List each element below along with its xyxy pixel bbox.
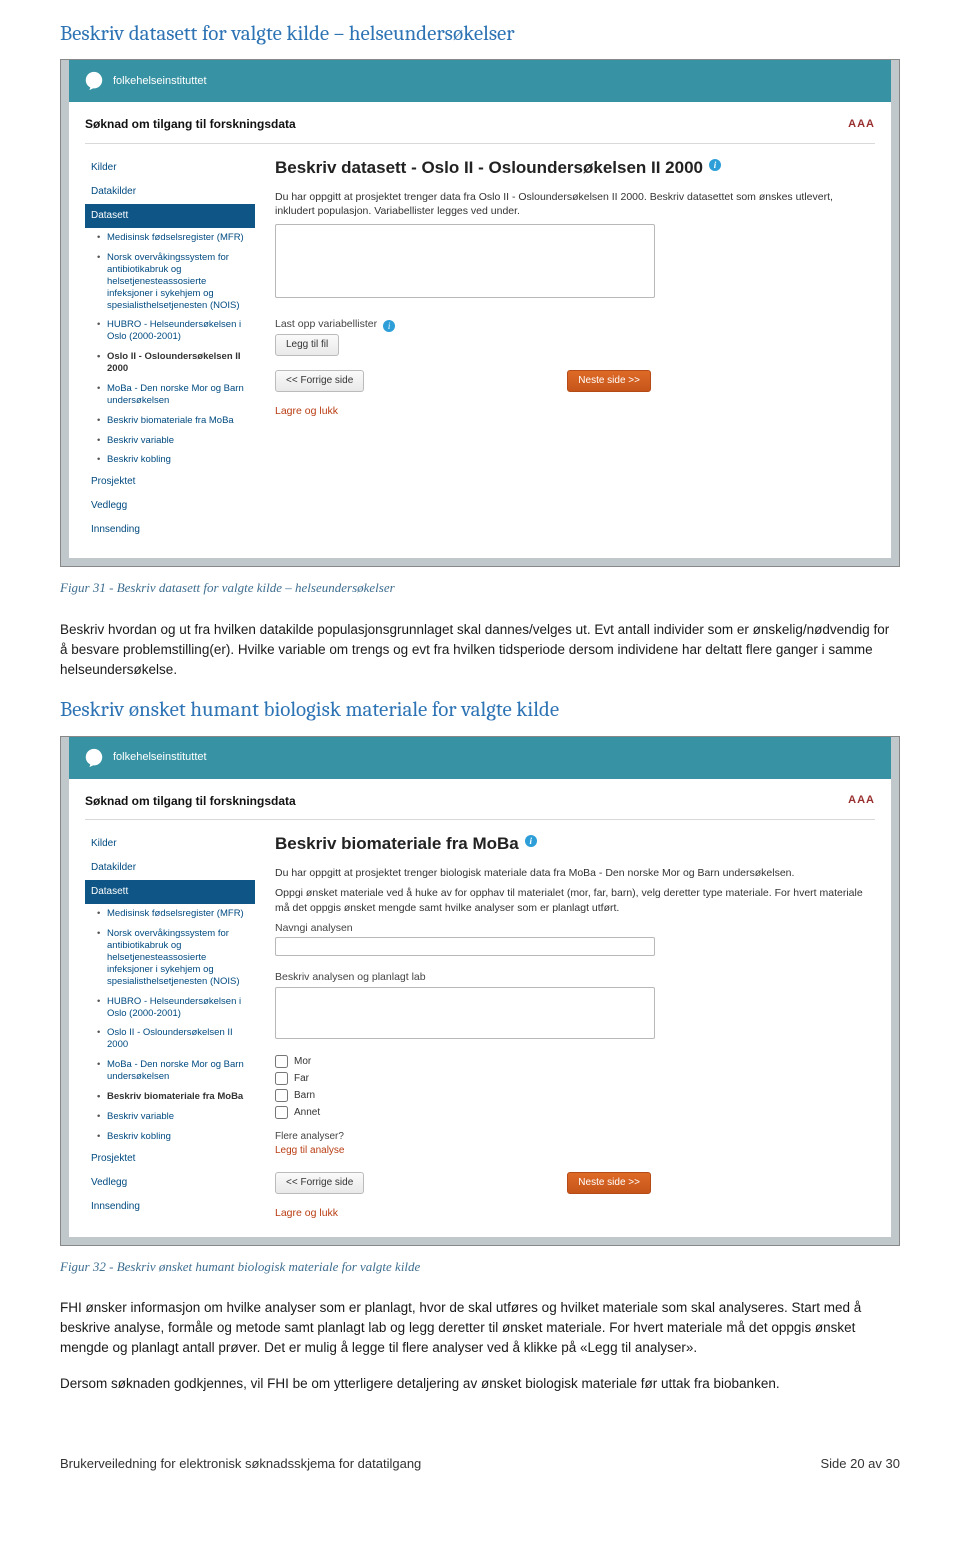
subnav-hubro[interactable]: HUBRO - Helseundersøkelsen i Oslo (2000-… (97, 992, 255, 1024)
add-file-button[interactable]: Legg til fil (275, 334, 339, 356)
nav-vedlegg[interactable]: Vedlegg (85, 494, 255, 518)
label-analysis-desc: Beskriv analysen og planlagt lab (275, 970, 875, 985)
form-intro: Du har oppgitt at prosjektet trenger dat… (275, 190, 875, 218)
subnav-moba[interactable]: MoBa - Den norske Mor og Barn undersøkel… (97, 379, 255, 411)
checkbox-annet[interactable] (275, 1106, 288, 1119)
prev-page-button[interactable]: << Forrige side (275, 1172, 364, 1194)
brand-name: folkehelseinstituttet (113, 74, 207, 89)
info-icon[interactable]: i (525, 835, 537, 847)
nav-datasett[interactable]: Datasett (85, 880, 255, 904)
subnav-kobling[interactable]: Beskriv kobling (97, 1127, 255, 1147)
form-heading: Beskriv biomateriale fra MoBa i (275, 832, 875, 856)
app-banner: folkehelseinstituttet (69, 737, 891, 779)
page-footer: Brukerveiledning for elektronisk søknads… (60, 1455, 900, 1473)
app-banner: folkehelseinstituttet (69, 60, 891, 102)
analysis-desc-textarea[interactable] (275, 987, 655, 1039)
next-page-button[interactable]: Neste side >> (567, 1172, 651, 1194)
subnav-hubro[interactable]: HUBRO - Helseundersøkelsen i Oslo (2000-… (97, 315, 255, 347)
form-intro-1: Du har oppgitt at prosjektet trenger bio… (275, 866, 875, 880)
form-heading-text: Beskriv datasett - Oslo II - Osloundersø… (275, 156, 703, 180)
analysis-name-input[interactable] (275, 937, 655, 956)
logo-icon (83, 747, 105, 769)
nav-prosjektet[interactable]: Prosjektet (85, 470, 255, 494)
nav-datakilder[interactable]: Datakilder (85, 180, 255, 204)
subnav-nois[interactable]: Norsk overvåkingssystem for antibiotikab… (97, 924, 255, 991)
subnav-mfr[interactable]: Medisinsk fødselsregister (MFR) (97, 228, 255, 248)
form-heading: Beskriv datasett - Oslo II - Osloundersø… (275, 156, 875, 180)
body-text-2: FHI ønsker informasjon om hvilke analyse… (60, 1298, 900, 1359)
body-text-3: Dersom søknaden godkjennes, vil FHI be o… (60, 1374, 900, 1394)
figure-caption-1: Figur 31 - Beskriv datasett for valgte k… (60, 579, 900, 597)
divider (85, 143, 875, 144)
more-analyses-label: Flere analyser? (275, 1130, 875, 1144)
nav-innsending[interactable]: Innsending (85, 1195, 255, 1219)
prev-page-button[interactable]: << Forrige side (275, 370, 364, 392)
sidebar: Kilder Datakilder Datasett Medisinsk fød… (85, 832, 255, 1220)
save-close-link[interactable]: Lagre og lukk (275, 1206, 875, 1221)
logo-icon (83, 70, 105, 92)
checkbox-mor-label: Mor (294, 1055, 311, 1069)
info-icon[interactable]: i (709, 159, 721, 171)
checkbox-far-label: Far (294, 1072, 309, 1086)
divider (85, 819, 875, 820)
nav-datasett[interactable]: Datasett (85, 204, 255, 228)
footer-left: Brukerveiledning for elektronisk søknads… (60, 1455, 421, 1473)
nav-datakilder[interactable]: Datakilder (85, 856, 255, 880)
page-header: Søknad om tilgang til forskningsdata (85, 116, 296, 133)
figure-caption-2: Figur 32 - Beskriv ønsket humant biologi… (60, 1258, 900, 1276)
next-page-button[interactable]: Neste side >> (567, 370, 651, 392)
subnav-nois[interactable]: Norsk overvåkingssystem for antibiotikab… (97, 248, 255, 315)
brand-name: folkehelseinstituttet (113, 750, 207, 765)
page-header: Søknad om tilgang til forskningsdata (85, 793, 296, 810)
subnav-oslo2[interactable]: Oslo II - Osloundersøkelsen II 2000 (97, 1023, 255, 1055)
checkbox-barn[interactable] (275, 1089, 288, 1102)
checkbox-far[interactable] (275, 1072, 288, 1085)
nav-innsending[interactable]: Innsending (85, 518, 255, 542)
subnav-variable[interactable]: Beskriv variable (97, 431, 255, 451)
body-text-1: Beskriv hvordan og ut fra hvilken dataki… (60, 620, 900, 681)
section-title-1: Beskriv datasett for valgte kilde – hels… (60, 20, 900, 49)
subnav-mfr[interactable]: Medisinsk fødselsregister (MFR) (97, 904, 255, 924)
footer-right: Side 20 av 30 (820, 1455, 900, 1473)
checkbox-annet-label: Annet (294, 1106, 320, 1120)
subnav-moba[interactable]: MoBa - Den norske Mor og Barn undersøkel… (97, 1055, 255, 1087)
screenshot-2: folkehelseinstituttet Søknad om tilgang … (60, 736, 900, 1246)
text-size-control[interactable]: AAA (848, 117, 875, 132)
description-textarea[interactable] (275, 224, 655, 298)
form-heading-text: Beskriv biomateriale fra MoBa (275, 832, 519, 856)
nav-kilder[interactable]: Kilder (85, 832, 255, 856)
form-intro-2: Oppgi ønsket materiale ved å huke av for… (275, 886, 875, 914)
upload-label: Last opp variabellister (275, 317, 377, 332)
subnav-kobling[interactable]: Beskriv kobling (97, 450, 255, 470)
subnav-variable[interactable]: Beskriv variable (97, 1107, 255, 1127)
subnav-biomat[interactable]: Beskriv biomateriale fra MoBa (97, 411, 255, 431)
subnav-biomat[interactable]: Beskriv biomateriale fra MoBa (97, 1087, 255, 1107)
info-icon[interactable]: i (383, 320, 395, 332)
nav-prosjektet[interactable]: Prosjektet (85, 1147, 255, 1171)
subnav-oslo2[interactable]: Oslo II - Osloundersøkelsen II 2000 (97, 347, 255, 379)
checkbox-mor[interactable] (275, 1055, 288, 1068)
screenshot-1: folkehelseinstituttet Søknad om tilgang … (60, 59, 900, 567)
sidebar: Kilder Datakilder Datasett Medisinsk fød… (85, 156, 255, 542)
nav-vedlegg[interactable]: Vedlegg (85, 1171, 255, 1195)
label-analysis-name: Navngi analysen (275, 921, 875, 936)
nav-kilder[interactable]: Kilder (85, 156, 255, 180)
save-close-link[interactable]: Lagre og lukk (275, 404, 875, 419)
add-analysis-link[interactable]: Legg til analyse (275, 1144, 875, 1158)
checkbox-barn-label: Barn (294, 1089, 315, 1103)
text-size-control[interactable]: AAA (848, 793, 875, 808)
section-title-2: Beskriv ønsket humant biologisk material… (60, 696, 900, 725)
